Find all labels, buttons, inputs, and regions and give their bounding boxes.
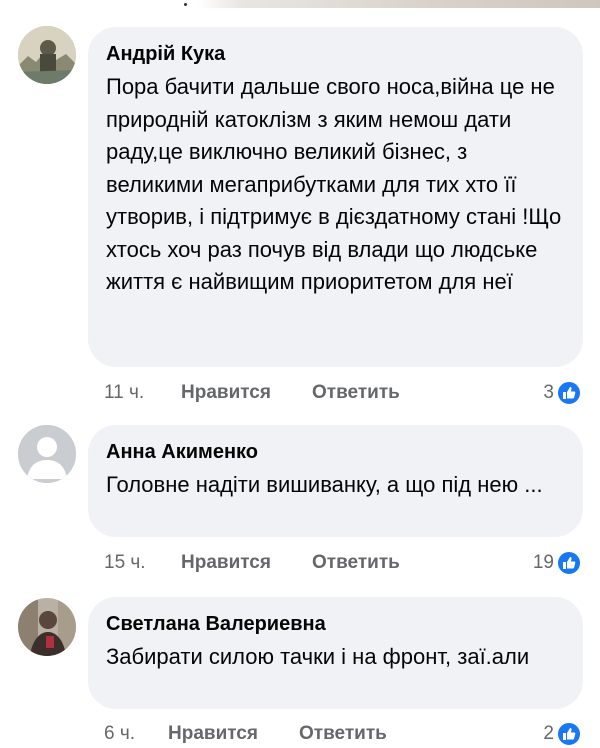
comment-bubble: Андрій Кука Пора бачити дальше свого нос… [88, 27, 583, 367]
comment-author[interactable]: Анна Акименко [106, 439, 565, 465]
comment-time[interactable]: 15 ч. [104, 550, 146, 576]
comment-bubble: Светлана Валериевна Забирати силою тачки… [88, 597, 583, 709]
comment-time[interactable]: 6 ч. [104, 721, 135, 747]
reaction-count-number: 3 [543, 382, 554, 403]
like-thumb-icon [556, 550, 582, 576]
like-thumb-icon [556, 721, 582, 747]
reaction-count-number: 19 [532, 552, 554, 573]
comment-bubble: Анна Акименко Головне надіти вишиванку, … [88, 425, 583, 537]
comment-text: Забирати силою тачки і на фронт, заї.али [106, 644, 530, 669]
reply-button[interactable]: Ответить [312, 550, 400, 576]
reply-button[interactable]: Ответить [312, 380, 400, 406]
default-avatar-icon[interactable] [18, 425, 76, 483]
reaction-count[interactable]: 3 [543, 380, 582, 406]
comment-author[interactable]: Андрій Кука [106, 41, 565, 67]
comment-time[interactable]: 11 ч. [104, 380, 144, 406]
reaction-count-number: 2 [543, 723, 554, 744]
like-button[interactable]: Нравится [181, 380, 271, 406]
avatar[interactable] [18, 598, 76, 656]
like-button[interactable]: Нравится [181, 550, 271, 576]
like-thumb-icon [556, 380, 582, 406]
reaction-count[interactable]: 19 [533, 550, 582, 576]
comment-text: Пора бачити дальше свого носа,війна це н… [106, 74, 562, 294]
reply-button[interactable]: Ответить [299, 721, 387, 747]
comment-author[interactable]: Светлана Валериевна [106, 611, 565, 637]
avatar-photo [18, 26, 76, 84]
like-button[interactable]: Нравится [168, 721, 258, 747]
reaction-count[interactable]: 2 [543, 721, 582, 747]
avatar[interactable] [18, 26, 76, 84]
top-image-strip [0, 0, 600, 8]
comment-text: Головне надіти вишиванку, а що під нею .… [106, 472, 543, 497]
top-dot [184, 3, 187, 6]
avatar-photo [18, 598, 76, 656]
